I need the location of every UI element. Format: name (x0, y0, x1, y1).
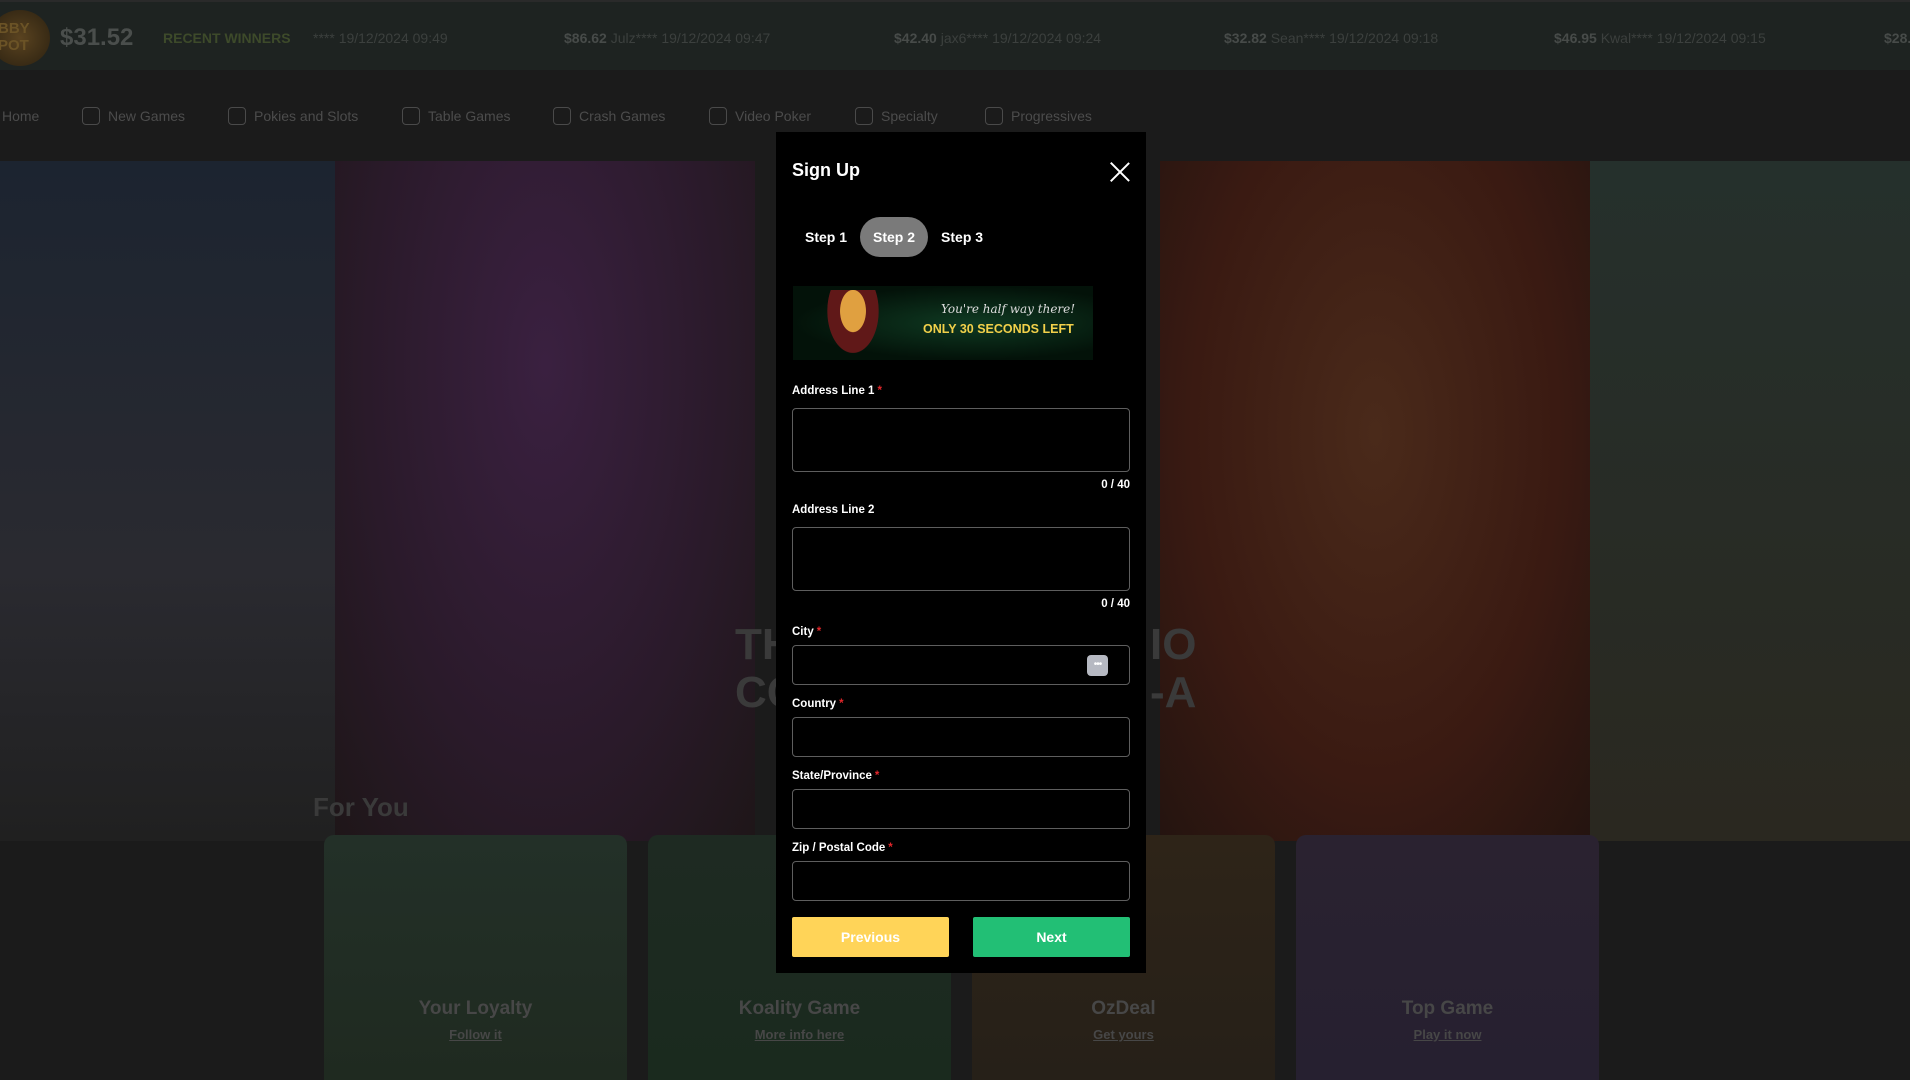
winner-item: $46.95 Kwal**** 19/12/2024 09:15 (1554, 30, 1766, 46)
tab-step-2[interactable]: Step 2 (860, 217, 929, 257)
site-logo[interactable]: BBY POT (0, 10, 50, 66)
card-link[interactable]: Play it now (1296, 1027, 1599, 1042)
nav-label: Table Games (428, 108, 511, 124)
city-label: City * (792, 626, 822, 638)
nav-table-games[interactable]: Table Games (402, 100, 510, 132)
address2-counter: 0 / 40 (1101, 598, 1130, 610)
tab-step-3[interactable]: Step 3 (928, 217, 996, 257)
signup-modal: Sign Up Step 1 Step 2 Step 3 You're half… (776, 132, 1146, 973)
winner-item: $42.40 jax6**** 19/12/2024 09:24 (894, 30, 1102, 46)
hero-headline-fragment: IO -A (1150, 620, 1197, 717)
close-icon[interactable] (1110, 162, 1130, 182)
for-you-title: For You (313, 792, 409, 822)
top-bar: BBY POT $31.52 RECENT WINNERS **** 19/12/… (0, 0, 1910, 70)
address1-input[interactable] (792, 408, 1130, 472)
state-label: State/Province * (792, 770, 880, 782)
cards-icon (402, 107, 420, 125)
nav-crash-games[interactable]: Crash Games (553, 100, 665, 132)
zip-label: Zip / Postal Code * (792, 842, 893, 854)
country-input[interactable] (792, 717, 1130, 757)
card-title: Koality Game (738, 998, 861, 1019)
nav-label: Video Poker (735, 108, 812, 124)
step-tabs: Step 1 Step 2 Step 3 (792, 217, 996, 257)
witch-illustration (823, 290, 883, 360)
nav-new-games[interactable]: New Games (82, 100, 185, 132)
state-input[interactable] (792, 789, 1130, 829)
nav-video-poker[interactable]: Video Poker (709, 100, 811, 132)
promo-card[interactable]: Top Game Play it now (1296, 835, 1599, 1080)
diamond-icon (82, 107, 100, 125)
nav-label: Crash Games (579, 108, 666, 124)
card-title: OzDeal (1091, 998, 1156, 1019)
hero-panel (1590, 161, 1910, 841)
address1-label: Address Line 1 * (792, 385, 882, 397)
nav-progressives[interactable]: Progressives (985, 100, 1092, 132)
nav-label: Home (2, 108, 40, 124)
card-link[interactable]: More info here (648, 1027, 951, 1042)
nav-specialty[interactable]: Specialty (855, 100, 938, 132)
hero-panel (1160, 161, 1590, 841)
poker-card-icon (709, 107, 727, 125)
winner-item: $86.62 Julz**** 19/12/2024 09:47 (564, 30, 771, 46)
card-link[interactable]: Get yours (972, 1027, 1275, 1042)
banner-line-1: You're half way there! (941, 302, 1076, 316)
previous-button[interactable]: Previous (792, 917, 949, 957)
promo-banner: You're half way there! ONLY 30 SECONDS L… (793, 286, 1093, 360)
nav-label: New Games (108, 108, 186, 124)
country-label: Country * (792, 698, 844, 710)
city-input[interactable] (792, 645, 1130, 685)
winner-item: $32.82 Sean**** 19/12/2024 09:18 (1224, 30, 1439, 46)
promo-card[interactable]: Your Loyalty Follow it (324, 835, 627, 1080)
autofill-icon[interactable]: ••• (1087, 655, 1108, 676)
address2-label: Address Line 2 (792, 504, 875, 516)
nav-label: Specialty (881, 108, 938, 124)
nav-label: Pokies and Slots (254, 108, 359, 124)
card-title: Your Loyalty (418, 998, 533, 1019)
hero-panel (0, 161, 335, 841)
specialty-icon (855, 107, 873, 125)
slot-machine-icon (228, 107, 246, 125)
hero-panel (335, 161, 755, 841)
progressive-icon (985, 107, 1003, 125)
nav-home[interactable]: Home (2, 100, 39, 132)
rocket-icon (553, 107, 571, 125)
next-button[interactable]: Next (973, 917, 1130, 957)
winner-item: $28. (1884, 30, 1910, 46)
modal-title: Sign Up (792, 160, 860, 180)
zip-input[interactable] (792, 861, 1130, 901)
banner-line-2: ONLY 30 SECONDS LEFT (923, 322, 1074, 336)
card-title: Top Game (1401, 998, 1494, 1019)
card-link[interactable]: Follow it (324, 1027, 627, 1042)
jackpot-amount: $31.52 (60, 24, 134, 51)
nav-pokies-and-slots[interactable]: Pokies and Slots (228, 100, 358, 132)
winner-item: **** 19/12/2024 09:49 (313, 30, 448, 46)
nav-label: Progressives (1011, 108, 1092, 124)
address2-input[interactable] (792, 527, 1130, 591)
recent-winners-label: RECENT WINNERS (163, 30, 291, 46)
tab-step-1[interactable]: Step 1 (792, 217, 860, 257)
address1-counter: 0 / 40 (1101, 479, 1130, 491)
